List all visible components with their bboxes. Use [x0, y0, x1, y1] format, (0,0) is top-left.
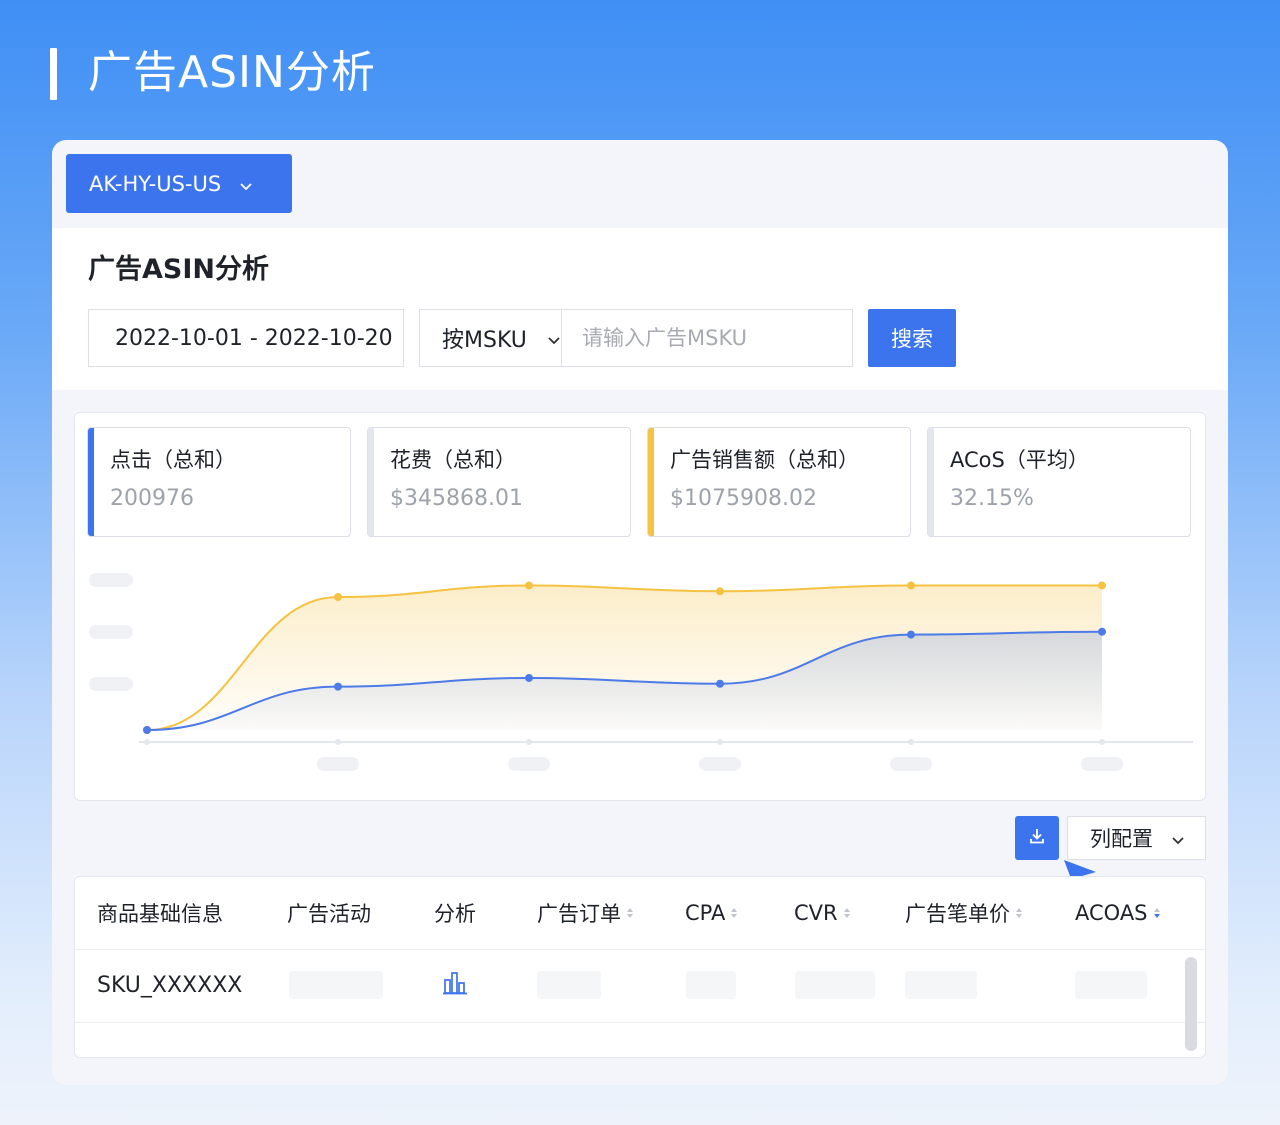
- chevron-down-icon: [1171, 826, 1185, 850]
- sort-icon[interactable]: [731, 908, 738, 918]
- line-area-chart: [89, 573, 1193, 771]
- x-tick-dot: [526, 739, 532, 745]
- filter-panel: 广告ASIN分析 2022-10-01 - 2022-10-20 按MSKU 搜…: [52, 228, 1228, 390]
- x-tick-placeholder: [508, 757, 550, 771]
- column-config-dropdown[interactable]: 列配置: [1067, 816, 1206, 860]
- series-0-point-5: [1098, 581, 1106, 590]
- group-by-value: 按MSKU: [442, 328, 527, 353]
- download-icon: [1028, 827, 1046, 849]
- chevron-down-icon: [239, 172, 253, 196]
- column-header-sortable[interactable]: 广告订单: [537, 877, 633, 949]
- series-0-point-4: [907, 581, 915, 590]
- column-header-sortable[interactable]: CPA: [685, 877, 738, 949]
- x-tick-placeholder: [1081, 757, 1123, 771]
- series-1-point-2: [525, 673, 533, 682]
- y-tick-placeholder: [89, 677, 133, 691]
- section-title: 广告ASIN分析: [88, 254, 269, 285]
- x-tick-dot: [908, 739, 914, 745]
- x-tick-dot: [1099, 739, 1105, 745]
- column-config-label: 列配置: [1090, 827, 1153, 851]
- x-tick-dot: [335, 739, 341, 745]
- analysis-button[interactable]: [441, 949, 469, 1022]
- series-1-point-1: [334, 682, 342, 691]
- shop-selector[interactable]: AK-HY-US-US: [66, 154, 292, 213]
- series-1-point-5: [1098, 627, 1106, 636]
- vertical-scrollbar[interactable]: [1185, 957, 1197, 1051]
- x-tick-placeholder: [890, 757, 932, 771]
- table-header: 商品基础信息 广告活动 分析 广告订单 CPA CVR 广告笔单价 ACOAS: [75, 877, 1205, 950]
- data-table: 商品基础信息 广告活动 分析 广告订单 CPA CVR 广告笔单价 ACOAS …: [74, 876, 1206, 1058]
- series-0-point-3: [716, 587, 724, 596]
- column-header: 商品基础信息: [97, 902, 223, 926]
- search-button[interactable]: 搜索: [868, 309, 956, 367]
- series-1-point-3: [716, 679, 724, 688]
- x-tick-dot: [717, 739, 723, 745]
- x-tick-placeholder: [317, 757, 359, 771]
- series-0-point-2: [525, 581, 533, 590]
- page-title: 广告ASIN分析: [88, 47, 376, 98]
- date-range-picker[interactable]: 2022-10-01 - 2022-10-20: [88, 309, 404, 367]
- sort-icon[interactable]: [843, 908, 850, 918]
- placeholder-cell: [686, 971, 736, 999]
- placeholder-cell: [537, 971, 601, 999]
- download-button[interactable]: [1015, 816, 1059, 860]
- chevron-down-icon: [547, 326, 561, 351]
- column-header: 分析: [434, 902, 476, 926]
- y-tick-placeholder: [89, 625, 133, 639]
- column-header-sortable[interactable]: ACOAS: [1075, 877, 1160, 949]
- x-tick-placeholder: [699, 757, 741, 771]
- chart-panel: 点击（总和） 200976 花费（总和） $345868.01 广告销售额（总和…: [74, 412, 1206, 801]
- bar-chart-icon: [441, 970, 469, 1002]
- group-by-select[interactable]: 按MSKU: [420, 310, 562, 366]
- series-0-point-1: [334, 593, 342, 602]
- date-range-value: 2022-10-01 - 2022-10-20: [115, 325, 393, 351]
- msku-search-input[interactable]: [562, 310, 852, 366]
- series-1-point-0: [143, 726, 151, 734]
- x-tick-dot: [144, 739, 150, 745]
- series-1-point-4: [907, 630, 915, 639]
- column-header-sortable[interactable]: CVR: [794, 877, 850, 949]
- shop-selector-label: AK-HY-US-US: [89, 171, 222, 196]
- main-card: AK-HY-US-US 广告ASIN分析 2022-10-01 - 2022-1…: [52, 140, 1228, 1085]
- column-header-sortable[interactable]: 广告笔单价: [905, 877, 1022, 949]
- sort-icon[interactable]: [627, 908, 633, 918]
- table-row[interactable]: SKU_XXXXXX: [75, 949, 1205, 1023]
- column-header: 广告活动: [287, 902, 371, 926]
- placeholder-cell: [1075, 971, 1147, 999]
- sort-icon[interactable]: [1016, 908, 1022, 918]
- placeholder-cell: [795, 971, 875, 999]
- sku-cell: SKU_XXXXXX: [97, 973, 243, 998]
- placeholder-cell: [289, 971, 383, 999]
- y-tick-placeholder: [89, 573, 133, 587]
- placeholder-cell: [905, 971, 977, 999]
- header-accent-bar: [50, 48, 57, 100]
- sort-icon[interactable]: [1153, 908, 1160, 918]
- search-group: 按MSKU: [419, 309, 853, 367]
